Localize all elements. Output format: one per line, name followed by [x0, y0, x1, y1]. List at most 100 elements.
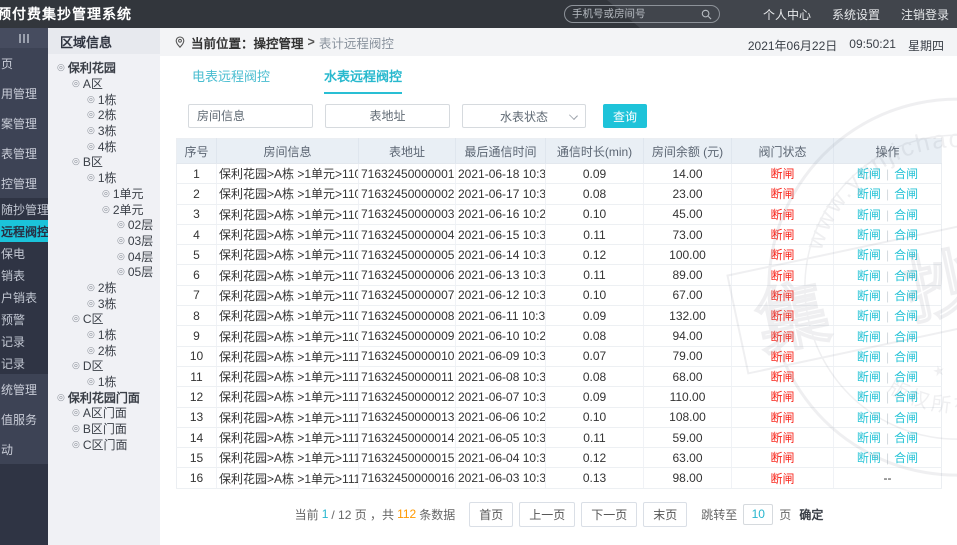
tree-node-icon[interactable]: ◎: [102, 205, 110, 214]
tree-node-icon[interactable]: ◎: [72, 424, 80, 433]
open-valve-link[interactable]: 合闸: [894, 228, 918, 242]
sidebar-item[interactable]: 动: [0, 434, 48, 464]
sidebar-item[interactable]: 远程阀控: [0, 220, 48, 242]
tree-item[interactable]: ◎3栋: [48, 123, 160, 139]
open-valve-link[interactable]: 合闸: [894, 390, 918, 404]
jump-page-input[interactable]: [743, 504, 773, 525]
sidebar-item[interactable]: 统管理: [0, 374, 48, 404]
tree-item[interactable]: ◎D区: [48, 358, 160, 374]
close-valve-link[interactable]: 断闸: [857, 451, 881, 465]
tree-node-icon[interactable]: ◎: [72, 440, 80, 449]
topbar-link-personal-center[interactable]: 个人中心: [763, 6, 811, 23]
next-page-button[interactable]: 下一页: [581, 502, 637, 527]
tree-item[interactable]: ◎A区门面: [48, 405, 160, 421]
confirm-button[interactable]: 确定: [799, 506, 823, 523]
open-valve-link[interactable]: 合闸: [894, 330, 918, 344]
close-valve-link[interactable]: 断闸: [857, 350, 881, 364]
tree-node-icon[interactable]: ◎: [117, 220, 125, 229]
water-status-select[interactable]: 水表状态: [462, 104, 586, 128]
tree-node-icon[interactable]: ◎: [72, 408, 80, 417]
tree-item[interactable]: ◎05层: [48, 264, 160, 280]
tree-node-icon[interactable]: ◎: [72, 157, 80, 166]
close-valve-link[interactable]: 断闸: [857, 269, 881, 283]
sidebar-item[interactable]: 销表: [0, 264, 48, 286]
close-valve-link[interactable]: 断闸: [857, 330, 881, 344]
tree-item[interactable]: ◎3栋: [48, 295, 160, 311]
query-button[interactable]: 查询: [603, 104, 647, 128]
open-valve-link[interactable]: 合闸: [894, 451, 918, 465]
open-valve-link[interactable]: 合闸: [894, 269, 918, 283]
breadcrumb-section[interactable]: 操控管理: [254, 33, 304, 52]
tree-item[interactable]: ◎03层: [48, 233, 160, 249]
tree-item[interactable]: ◎2单元: [48, 201, 160, 217]
sidebar-item[interactable]: 页: [0, 48, 48, 78]
phone-search-input[interactable]: [572, 8, 701, 20]
close-valve-link[interactable]: 断闸: [857, 390, 881, 404]
tree-item[interactable]: ◎保利花园门面: [48, 389, 160, 405]
tree-item[interactable]: ◎2栋: [48, 280, 160, 296]
first-page-button[interactable]: 首页: [469, 502, 513, 527]
tree-item[interactable]: ◎A区: [48, 76, 160, 92]
sidebar-item[interactable]: 控管理: [0, 168, 48, 198]
tree-node-icon[interactable]: ◎: [87, 142, 95, 151]
tree-node-icon[interactable]: ◎: [87, 110, 95, 119]
tree-node-icon[interactable]: ◎: [117, 252, 125, 261]
tab-electric-valve-control[interactable]: 电表远程阀控: [192, 66, 270, 94]
last-page-button[interactable]: 末页: [643, 502, 687, 527]
tree-item[interactable]: ◎保利花园: [48, 60, 160, 76]
topbar-link-system-settings[interactable]: 系统设置: [832, 6, 880, 23]
search-icon[interactable]: [701, 9, 712, 20]
sidebar-item[interactable]: 案管理: [0, 108, 48, 138]
tree-node-icon[interactable]: ◎: [87, 377, 95, 386]
tree-node-icon[interactable]: ◎: [87, 330, 95, 339]
close-valve-link[interactable]: 断闸: [857, 248, 881, 262]
tree-node-icon[interactable]: ◎: [57, 63, 65, 72]
open-valve-link[interactable]: 合闸: [894, 167, 918, 181]
tree-node-icon[interactable]: ◎: [87, 283, 95, 292]
tree-item[interactable]: ◎1栋: [48, 91, 160, 107]
sidebar-item[interactable]: 记录: [0, 330, 48, 352]
prev-page-button[interactable]: 上一页: [519, 502, 575, 527]
open-valve-link[interactable]: 合闸: [894, 431, 918, 445]
tree-node-icon[interactable]: ◎: [87, 95, 95, 104]
tree-item[interactable]: ◎2栋: [48, 107, 160, 123]
tree-node-icon[interactable]: ◎: [87, 299, 95, 308]
room-info-input[interactable]: [188, 104, 313, 128]
tree-item[interactable]: ◎4栋: [48, 138, 160, 154]
close-valve-link[interactable]: 断闸: [857, 309, 881, 323]
tree-item[interactable]: ◎02层: [48, 217, 160, 233]
sidebar-collapse-icon[interactable]: [0, 28, 48, 48]
tree-item[interactable]: ◎C区门面: [48, 437, 160, 453]
tree-node-icon[interactable]: ◎: [87, 126, 95, 135]
close-valve-link[interactable]: 断闸: [857, 411, 881, 425]
sidebar-item[interactable]: 值服务: [0, 404, 48, 434]
tree-node-icon[interactable]: ◎: [87, 173, 95, 182]
tab-water-valve-control[interactable]: 水表远程阀控: [324, 66, 402, 94]
close-valve-link[interactable]: 断闸: [857, 187, 881, 201]
open-valve-link[interactable]: 合闸: [894, 411, 918, 425]
sidebar-item[interactable]: 保电: [0, 242, 48, 264]
close-valve-link[interactable]: 断闸: [857, 289, 881, 303]
open-valve-link[interactable]: 合闸: [894, 289, 918, 303]
tree-item[interactable]: ◎2栋: [48, 342, 160, 358]
tree-node-icon[interactable]: ◎: [117, 236, 125, 245]
tree-item[interactable]: ◎1单元: [48, 186, 160, 202]
tree-item[interactable]: ◎B区: [48, 154, 160, 170]
open-valve-link[interactable]: 合闸: [894, 248, 918, 262]
tree-item[interactable]: ◎C区: [48, 311, 160, 327]
tree-node-icon[interactable]: ◎: [87, 346, 95, 355]
tree-item[interactable]: ◎04层: [48, 248, 160, 264]
meter-address-input[interactable]: [325, 104, 450, 128]
tree-node-icon[interactable]: ◎: [102, 189, 110, 198]
sidebar-item[interactable]: 表管理: [0, 138, 48, 168]
close-valve-link[interactable]: 断闸: [857, 370, 881, 384]
close-valve-link[interactable]: 断闸: [857, 431, 881, 445]
close-valve-link[interactable]: 断闸: [857, 167, 881, 181]
open-valve-link[interactable]: 合闸: [894, 309, 918, 323]
tree-item[interactable]: ◎1栋: [48, 170, 160, 186]
sidebar-item[interactable]: 记录: [0, 352, 48, 374]
open-valve-link[interactable]: 合闸: [894, 350, 918, 364]
phone-search[interactable]: [564, 5, 720, 23]
close-valve-link[interactable]: 断闸: [857, 228, 881, 242]
tree-node-icon[interactable]: ◎: [72, 361, 80, 370]
